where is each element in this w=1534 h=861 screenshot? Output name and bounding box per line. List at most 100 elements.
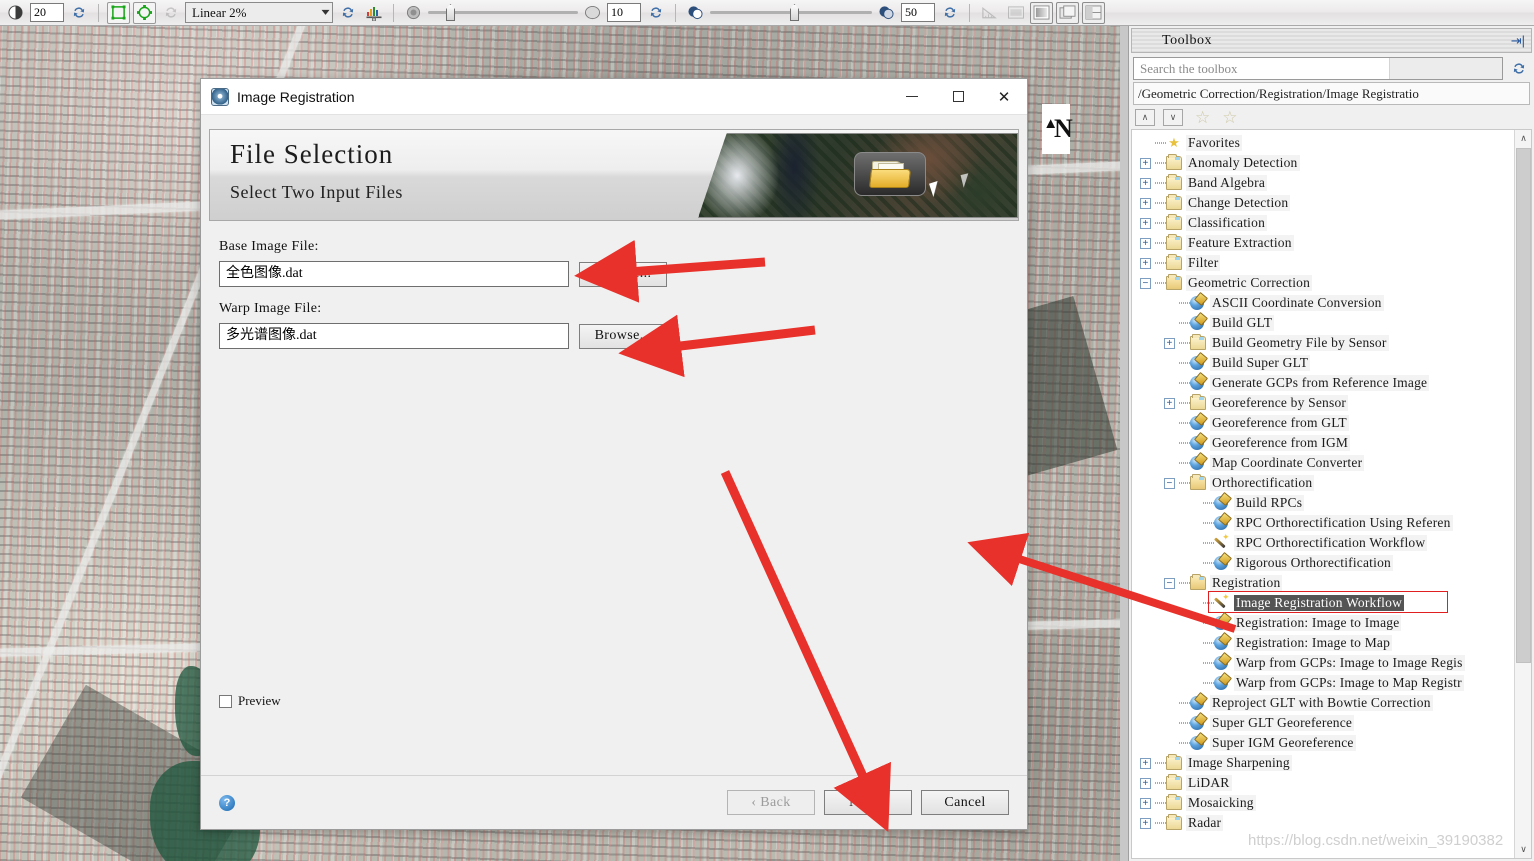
tree-item[interactable]: Build RPCs [1140,493,1514,513]
toolbox-tree-container[interactable]: ★ Favorites + Anomaly Detection + Band Algebr… [1131,129,1532,859]
expander-plus-icon[interactable]: + [1140,777,1151,789]
tree-item[interactable]: Reproject GLT with Bowtie Correction [1140,693,1514,713]
globe-tool-icon [1214,556,1230,570]
close-button[interactable]: ✕ [981,79,1027,114]
toolbox-refresh-icon[interactable] [1507,58,1530,80]
transparency-value-input[interactable]: 50 [901,3,935,22]
brightness-slider[interactable] [428,4,578,21]
preview-row: Preview [219,693,281,709]
scroll-thumb[interactable] [1516,148,1531,663]
three-view-icon[interactable] [1082,1,1105,24]
stretch-refresh-icon[interactable] [336,2,359,24]
tree-item[interactable]: RPC Orthorectification Using Referen [1140,513,1514,533]
remove-favorite-star-icon[interactable]: ☆ [1222,109,1237,126]
tree-item[interactable]: + Feature Extraction [1140,233,1514,253]
tree-item[interactable]: + Band Algebra [1140,173,1514,193]
tree-item[interactable]: + Filter [1140,253,1514,273]
preview-checkbox[interactable] [219,694,232,708]
tree-item[interactable]: Build Super GLT [1140,353,1514,373]
tree-item[interactable]: Georeference from IGM [1140,433,1514,453]
help-icon[interactable]: ? [219,794,235,811]
contrast-value-input[interactable]: 20 [30,3,64,22]
expander-plus-icon[interactable]: + [1140,157,1151,169]
tree-item[interactable]: Map Coordinate Converter [1140,453,1514,473]
back-button[interactable]: ‹ Back [727,790,815,815]
warp-image-browse-button[interactable]: Browse... [579,323,667,349]
expander-plus-icon[interactable]: + [1140,817,1151,829]
tree-item[interactable]: Rigorous Orthorectification [1140,553,1514,573]
tree-item[interactable]: + Georeference by Sensor [1140,393,1514,413]
next-button[interactable]: Next › [824,790,912,815]
expander-plus-icon[interactable]: + [1140,197,1151,209]
globe-tool-icon [1190,696,1206,710]
tree-item[interactable]: Registration: Image to Map [1140,633,1514,653]
tree-item[interactable]: Build GLT [1140,313,1514,333]
expander-plus-icon[interactable]: + [1140,797,1151,809]
tree-item[interactable]: Super GLT Georeference [1140,713,1514,733]
expander-minus-icon[interactable]: − [1164,577,1175,589]
tree-item[interactable]: + Image Sharpening [1140,753,1514,773]
tree-item[interactable]: Super IGM Georeference [1140,733,1514,753]
tree-item-selected[interactable]: Image Registration Workflow [1140,592,1514,613]
tree-item[interactable]: Generate GCPs from Reference Image [1140,373,1514,393]
refresh-icon[interactable] [67,2,90,24]
expander-plus-icon[interactable]: + [1140,177,1151,189]
cancel-button[interactable]: Cancel [921,790,1009,815]
expander-plus-icon[interactable]: + [1140,757,1151,769]
scroll-up-arrow-icon[interactable]: ∧ [1515,130,1531,147]
tree-item[interactable]: + LiDAR [1140,773,1514,793]
base-image-browse-button[interactable]: Browse... [579,261,667,287]
transparency-slider[interactable] [710,4,872,21]
tree-item[interactable]: RPC Orthorectification Workflow [1140,532,1514,553]
toolbox-search-input[interactable]: Search the toolbox [1133,57,1503,80]
tree-item[interactable]: Registration: Image to Image [1140,613,1514,633]
scroll-down-arrow-icon[interactable]: ∨ [1515,841,1531,858]
portal-icon[interactable] [1030,1,1053,24]
toolbox-scrollbar[interactable]: ∧ ∨ [1514,130,1531,858]
tree-item[interactable]: − Registration [1140,573,1514,593]
expander-plus-icon[interactable]: + [1164,337,1175,349]
banner-subheading: Select Two Input Files [230,182,403,202]
expander-minus-icon[interactable]: − [1140,277,1151,289]
stretch-mode-select[interactable]: Linear 2% ▾ [185,2,333,23]
tree-item-label: Orthorectification [1210,475,1315,491]
brightness-value-input[interactable]: 10 [607,3,641,22]
nav-down-button[interactable]: ∨ [1163,109,1183,126]
tree-item[interactable]: − Orthorectification [1140,473,1514,493]
maximize-button[interactable] [935,79,981,114]
expander-plus-icon[interactable]: + [1164,397,1175,409]
pin-panel-icon[interactable]: ⇥| [1511,33,1525,49]
tree-item[interactable]: Georeference from GLT [1140,413,1514,433]
tree-item[interactable]: − Geometric Correction [1140,273,1514,293]
tree-item[interactable]: + Mosaicking [1140,793,1514,813]
tree-item[interactable]: ASCII Coordinate Conversion [1140,293,1514,313]
expander-plus-icon[interactable]: + [1140,237,1151,249]
transparency-refresh-icon[interactable] [938,2,961,24]
contrast-icon[interactable] [4,2,27,24]
tree-item[interactable]: + Anomaly Detection [1140,153,1514,173]
minimize-button[interactable] [889,79,935,114]
expander-minus-icon[interactable]: − [1164,477,1175,489]
tree-item[interactable]: ★ Favorites [1140,133,1514,153]
tree-item-label: Mosaicking [1186,795,1256,811]
expander-plus-icon[interactable]: + [1140,217,1151,229]
zoom-to-selection-icon[interactable] [133,1,156,24]
tree-item[interactable]: Warp from GCPs: Image to Map Registr [1140,673,1514,693]
tree-item[interactable]: Warp from GCPs: Image to Image Regis [1140,653,1514,673]
tree-item[interactable]: + Change Detection [1140,193,1514,213]
tree-item[interactable]: + Classification [1140,213,1514,233]
warp-image-input[interactable]: 多光谱图像.dat [219,323,569,349]
add-favorite-star-icon[interactable]: ☆ [1195,109,1210,126]
tree-item[interactable]: + Build Geometry File by Sensor [1140,333,1514,353]
histogram-icon[interactable] [362,2,385,24]
dialog-titlebar[interactable]: Image Registration ✕ [201,79,1027,115]
two-view-icon[interactable] [1056,1,1079,24]
expander-plus-icon[interactable]: + [1140,257,1151,269]
tree-item[interactable]: + Radar [1140,813,1514,833]
zoom-to-extent-icon[interactable] [107,1,130,24]
brightness-refresh-icon[interactable] [644,2,667,24]
base-image-input[interactable]: 全色图像.dat [219,261,569,287]
nav-up-button[interactable]: ∧ [1135,109,1155,126]
